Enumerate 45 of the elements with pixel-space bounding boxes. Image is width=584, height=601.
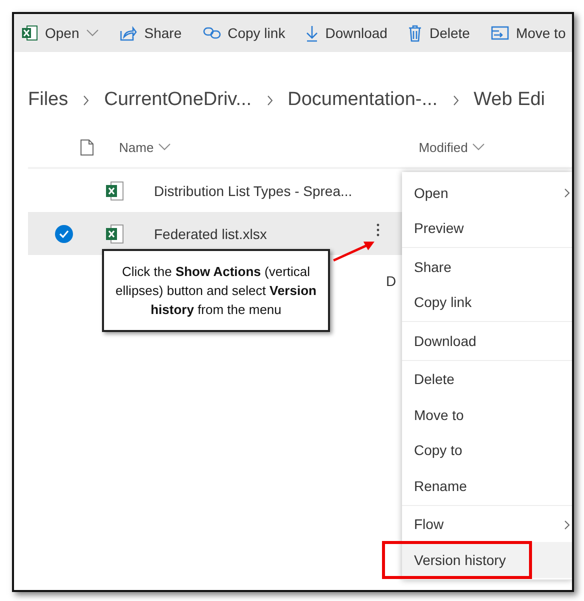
menu-item[interactable]: Copy to [402,432,572,468]
column-header[interactable]: Name [119,140,154,154]
menu-item[interactable]: Preview [402,210,572,246]
menu-item[interactable]: Open [402,175,572,210]
chevron-down-icon [158,143,171,151]
document-icon [80,138,94,156]
share-icon [120,26,138,40]
menu-item[interactable]: Flow [402,506,572,542]
toolbar-button[interactable]: Move to [490,25,566,41]
breadcrumb-item[interactable]: Files [28,89,68,111]
link-icon [202,27,221,39]
menu-item[interactable]: Move to [402,397,572,432]
chevron-right-icon [452,94,459,106]
chevron-right-icon [564,520,570,530]
chevron-down-icon [472,143,485,151]
trash-icon [408,24,422,42]
breadcrumb-item[interactable]: CurrentOneDriv... [104,89,252,111]
menu-item[interactable]: Download [402,323,572,358]
chevron-down-icon [86,29,100,37]
more-actions-button[interactable] [376,222,380,238]
menu-item[interactable]: Rename [402,468,572,504]
breadcrumb-item[interactable]: Web Edi [474,89,546,111]
breadcrumb-item[interactable]: Documentation-... [288,89,438,111]
toolbar-button[interactable]: Copy link [202,25,286,41]
column-header[interactable]: Modified [418,140,468,154]
chevron-right-icon [83,94,90,106]
toolbar-button[interactable]: Download [306,24,388,42]
menu-item[interactable]: Share [402,249,572,284]
instruction-callout: Click the Show Actions (vertical ellipses) button and select Version history from the menu [102,249,330,332]
file-name[interactable]: Distribution List Types - Sprea... [154,182,352,198]
spreadsheet-icon [22,25,38,41]
spreadsheet-icon [106,224,124,244]
download-icon [306,24,318,42]
menu-item[interactable]: Version history [402,542,572,578]
toolbar-button[interactable]: Delete [408,24,470,42]
checkmark-icon [54,224,74,244]
move-icon [490,26,509,40]
chevron-right-icon [266,94,273,106]
chevron-right-icon [564,188,570,198]
menu-item[interactable]: Copy link [402,284,572,320]
spreadsheet-icon [106,180,124,200]
menu-item[interactable]: Delete [402,362,572,397]
toolbar-button[interactable]: Share [120,25,182,41]
file-name[interactable]: Federated list.xlsx [154,226,267,242]
toolbar-button[interactable]: Open [22,25,100,41]
